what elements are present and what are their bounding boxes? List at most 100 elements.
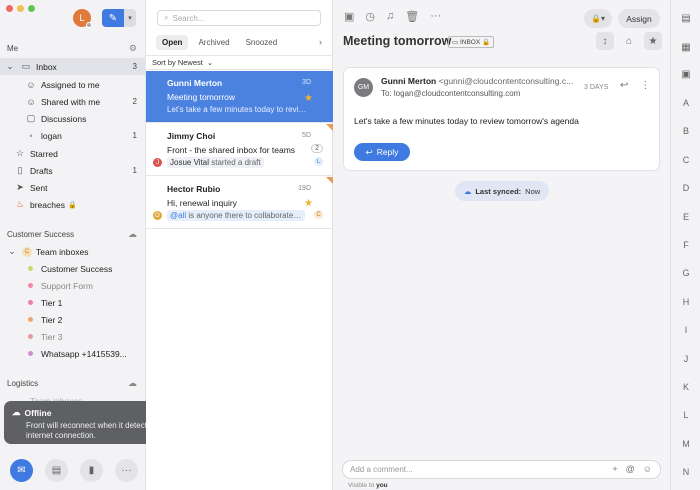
sidebar-item-assigned[interactable]: ☺ Assigned to me — [0, 76, 146, 93]
sidebar-item-customer-success[interactable]: Customer Success — [0, 260, 146, 277]
inbox-nav-icon[interactable]: ✉ — [10, 458, 33, 482]
comment-placeholder: Add a comment... — [350, 465, 413, 474]
lock-icon: 🔒 — [591, 14, 601, 23]
index-letter-k[interactable]: K — [671, 382, 700, 392]
sidebar-item-shared[interactable]: ☺ Shared with me 2 — [0, 93, 146, 110]
conversation-preview: Let's take a few minutes today to revie.… — [167, 105, 307, 114]
avatar[interactable]: L — [73, 9, 92, 28]
sender-name: Gunni Merton — [381, 76, 437, 86]
star-icon[interactable]: ★ — [304, 93, 313, 104]
sidebar-item-label: logan — [41, 130, 62, 141]
trash-icon[interactable]: 🗑 — [405, 10, 419, 23]
message-recipient: To: logan@cloudcontentconsulting.com — [381, 89, 521, 98]
preview-text: started a draft — [209, 158, 261, 167]
assign-button[interactable]: Assign — [618, 9, 660, 28]
archive-icon[interactable]: ▣ — [344, 10, 354, 23]
plus-icon[interactable]: + — [612, 464, 617, 474]
list-item[interactable]: Hector Rubio 19D Hi, renewal inquiry ★ O… — [146, 177, 333, 229]
inbox-icon: ▭ — [452, 39, 460, 46]
index-letter-f[interactable]: F — [671, 240, 700, 250]
sidebar-item-tier-1[interactable]: Tier 1 — [0, 294, 146, 311]
sidebar-item-starred[interactable]: ☆ Starred — [0, 145, 146, 162]
tab-open[interactable]: Open — [156, 35, 189, 50]
reply-icon: ↩ — [365, 146, 373, 157]
people-icon: ☺ — [26, 96, 36, 107]
lock-dropdown[interactable]: 🔒 ▾ — [584, 9, 612, 28]
comment-input[interactable]: Add a comment... + @ ☺ — [342, 460, 661, 479]
sidebar-item-drafts[interactable]: ▯ Drafts 1 — [0, 162, 146, 179]
sidebar-item-discussions[interactable]: ▢ Discussions — [0, 110, 146, 127]
sidebar-item-label: Whatsapp +1415539... — [41, 348, 127, 359]
mention-icon[interactable]: @ — [626, 464, 635, 474]
sidebar-item-sent[interactable]: ➤ Sent — [0, 179, 146, 196]
index-letter-c[interactable]: C — [671, 155, 700, 165]
index-letter-b[interactable]: B — [671, 126, 700, 136]
tab-archived[interactable]: Archived — [192, 35, 235, 50]
reply-button[interactable]: ↩ Reply — [354, 143, 410, 161]
bell-icon[interactable]: ♫ — [386, 10, 394, 23]
index-letter-m[interactable]: M — [671, 439, 700, 449]
sidebar-item-tier-2[interactable]: Tier 2 — [0, 311, 146, 328]
tab-snoozed[interactable]: Snoozed — [240, 35, 284, 50]
sidebar-item-logan[interactable]: • logan 1 — [0, 127, 146, 144]
team-inboxes-group[interactable]: ⌄ C Team inboxes — [0, 243, 146, 260]
preview-name: Josue Vital — [170, 158, 209, 167]
more-icon[interactable]: ··· — [430, 10, 441, 23]
sidebar-item-support-form[interactable]: Support Form — [0, 277, 146, 294]
index-letter-d[interactable]: D — [671, 183, 700, 193]
reply-icon[interactable]: ↩ — [620, 80, 628, 91]
compose-button[interactable]: ✎ ▾ — [102, 9, 136, 27]
inbox-tag[interactable]: ▭ INBOX 🔒 — [448, 36, 495, 48]
more-vertical-icon[interactable]: ⋮ — [640, 80, 650, 91]
star-icon[interactable]: ★ — [644, 32, 662, 50]
index-letter-n[interactable]: N — [671, 467, 700, 477]
comment-tools: + @ ☺ — [612, 464, 652, 474]
chevron-down-icon[interactable]: ▾ — [124, 9, 136, 27]
color-dot — [28, 266, 33, 271]
emoji-icon[interactable]: ☺ — [643, 464, 652, 474]
calendar-icon[interactable]: ▤ — [45, 458, 68, 482]
more-icon[interactable]: ··· — [115, 458, 138, 482]
sort-dropdown[interactable]: Sort by Newest ⌄ — [146, 55, 333, 70]
list-item[interactable]: Jimmy Choi 5D Front - the shared inbox f… — [146, 124, 333, 176]
sidebar-item-label: Customer Success — [41, 263, 113, 274]
sidebar-item-inbox[interactable]: ⌄ ▭ Inbox 3 — [0, 58, 146, 75]
gear-icon[interactable]: ⚙ — [129, 43, 137, 54]
index-letter-h[interactable]: H — [671, 297, 700, 307]
star-icon[interactable]: ★ — [304, 198, 313, 209]
sidebar-item-whatsapp[interactable]: Whatsapp +1415539... — [0, 345, 146, 362]
index-letter-g[interactable]: G — [671, 268, 700, 278]
cloud-icon: ☁ — [463, 186, 472, 196]
list-item[interactable]: Gunni Merton 3D Meeting tomorrow Let's t… — [146, 71, 333, 123]
sidebar-item-label: Tier 2 — [41, 314, 63, 325]
sidebar-item-tier-3[interactable]: Tier 3 — [0, 328, 146, 345]
chevron-down-icon: ⌄ — [206, 58, 214, 67]
analytics-icon[interactable]: ▮ — [80, 458, 103, 482]
index-letter-l[interactable]: L — [671, 410, 700, 420]
search-input[interactable]: ⌕ Search... — [157, 10, 321, 26]
minimize-window-button[interactable] — [17, 5, 24, 12]
clock-icon[interactable]: ◷ — [365, 10, 375, 23]
index-letter-i[interactable]: I — [671, 325, 700, 335]
avatar: J — [153, 158, 162, 167]
chevron-down-icon[interactable]: ⌄ — [6, 246, 18, 257]
chevron-down-icon[interactable]: ⌄ — [4, 61, 16, 72]
expand-icon[interactable]: ↕ — [596, 32, 614, 50]
chevron-right-icon[interactable]: › — [319, 37, 322, 47]
conversation-subject: Hi, renewal inquiry — [167, 198, 237, 208]
sidebar-item-breaches[interactable]: ♨ breaches 🔒 — [0, 196, 146, 213]
contact-icon[interactable]: ▣ — [679, 67, 693, 81]
message-age: 3 DAYS — [584, 84, 609, 91]
pencil-icon[interactable]: ✎ — [102, 9, 124, 27]
close-window-button[interactable] — [6, 5, 13, 12]
index-letter-j[interactable]: J — [671, 354, 700, 364]
dot-icon: • — [29, 130, 33, 141]
tag-icon[interactable]: ⌂ — [620, 32, 638, 50]
index-letter-e[interactable]: E — [671, 212, 700, 222]
sidebar-item-count: 1 — [132, 166, 137, 175]
index-letter-a[interactable]: A — [671, 98, 700, 108]
maximize-window-button[interactable] — [28, 5, 35, 12]
calendar-icon[interactable]: ▦ — [679, 40, 693, 54]
panel-icon[interactable]: ▤ — [679, 11, 693, 25]
conversation-view: ▣ ◷ ♫ 🗑 ··· 🔒 ▾ Assign Meeting tomorrow ▭… — [334, 0, 670, 490]
